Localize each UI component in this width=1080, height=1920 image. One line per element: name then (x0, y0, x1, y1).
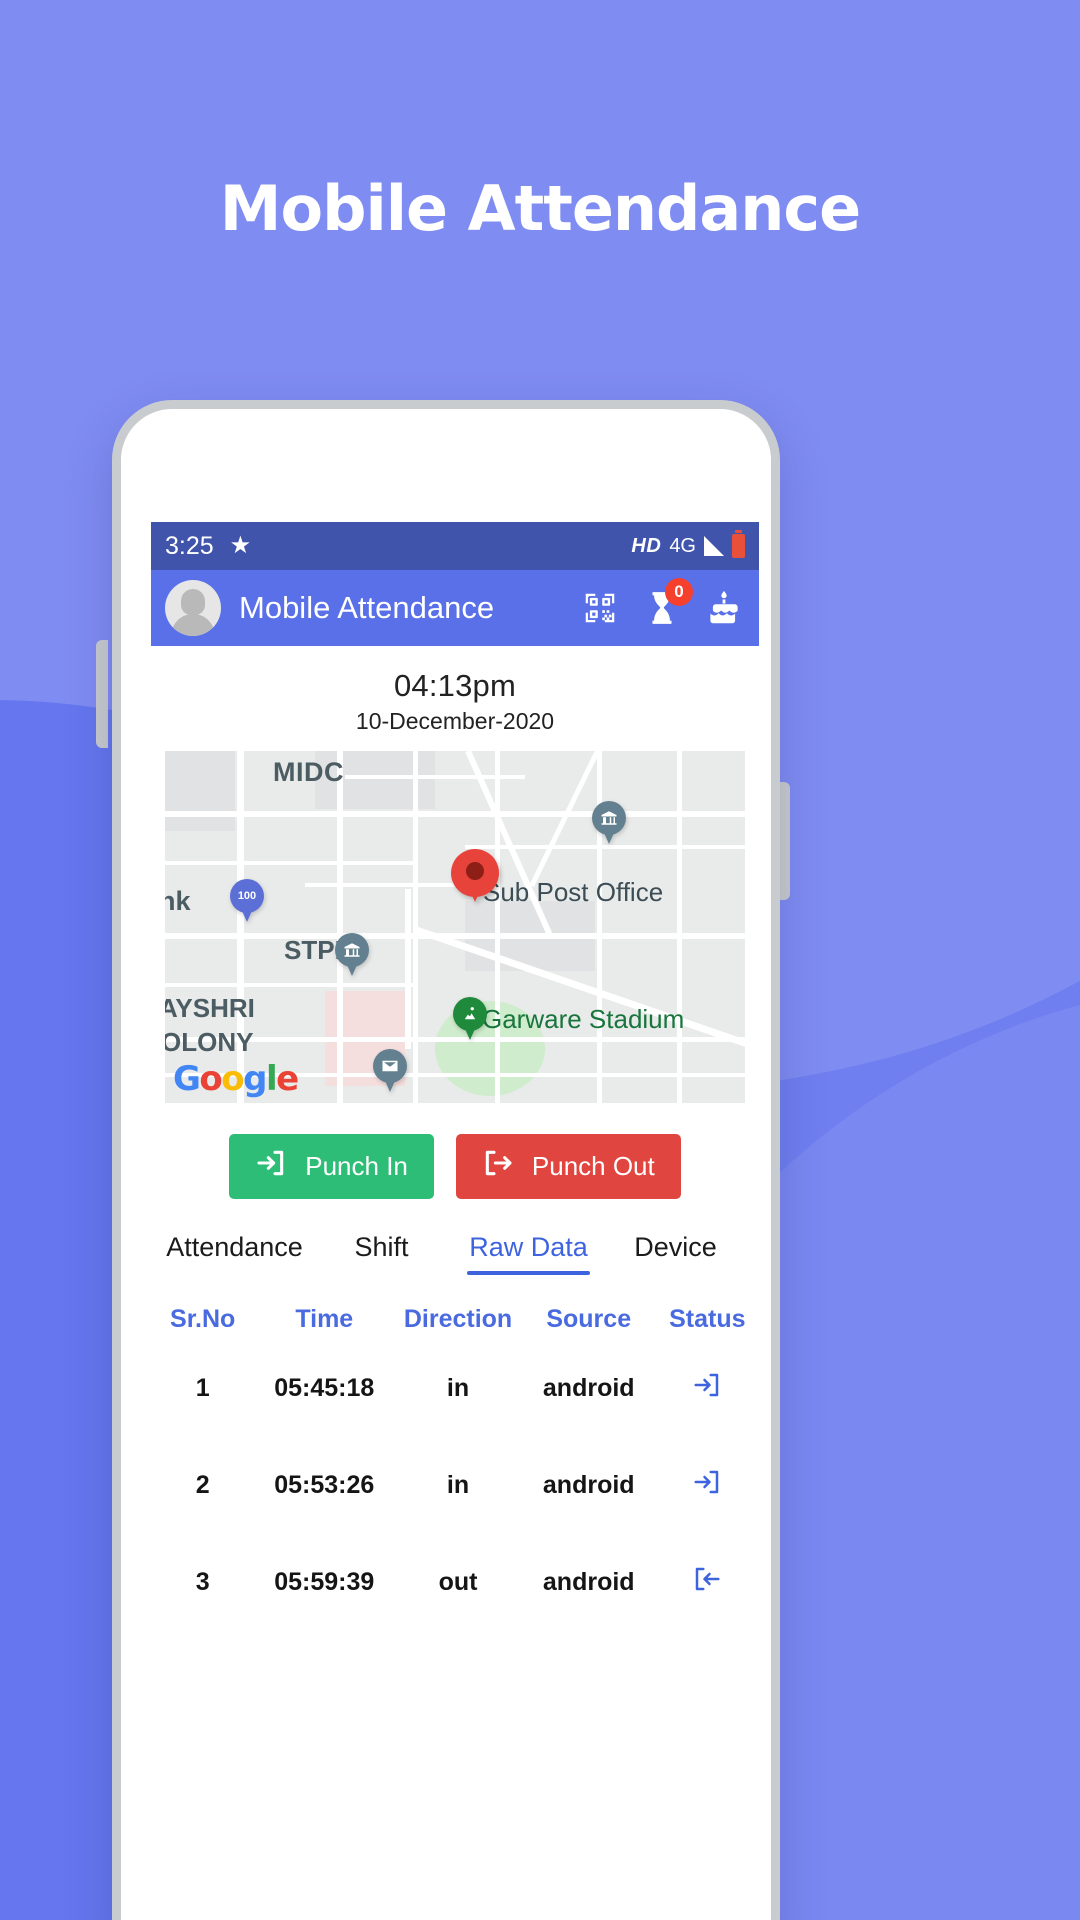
map-pin-stadium-icon[interactable] (453, 997, 487, 1031)
map-pin-bank2-icon[interactable] (592, 801, 626, 835)
punch-out-label: Punch Out (531, 1151, 655, 1181)
tab-attendance[interactable]: Attendance (161, 1232, 308, 1275)
punch-in-button[interactable]: Punch In (229, 1134, 434, 1199)
current-date: 10-December-2020 (355, 708, 555, 734)
login-arrow-icon (656, 1437, 759, 1534)
tab-device[interactable]: Device (602, 1232, 749, 1275)
birthday-cake-icon[interactable] (705, 589, 743, 627)
location-map[interactable]: MIDC STPI nk AYSHRI OLONY Sub Post Offic… (165, 751, 745, 1103)
punch-actions: Punch In Punch Out (151, 1103, 759, 1199)
app-screen: 3:25 ★ HD 4G Mobile Attendance 0 04:13pm… (151, 522, 759, 1920)
table-row[interactable]: 2 05:53:26 in android (151, 1437, 759, 1534)
hd-label: HD (631, 534, 662, 557)
map-label-garware-stadium: Garware Stadium (482, 1004, 685, 1034)
cell-direction: in (446, 1471, 470, 1499)
app-bar: Mobile Attendance 0 (151, 570, 759, 646)
clock-block: 04:13pm 10-December-2020 (151, 646, 759, 751)
cell-source: android (542, 1568, 635, 1596)
avatar[interactable] (165, 580, 221, 636)
cell-source: android (542, 1374, 635, 1402)
table-header-row: Sr.No Time Direction Source Status (151, 1297, 759, 1340)
logout-arrow-icon (656, 1534, 759, 1631)
table-header-time: Time (295, 1305, 354, 1333)
cell-time: 05:53:26 (274, 1471, 375, 1499)
cell-time: 05:45:18 (274, 1374, 375, 1402)
tab-raw-data[interactable]: Raw Data (455, 1232, 602, 1275)
phone-volume-button[interactable] (96, 640, 108, 748)
punch-in-label: Punch In (305, 1151, 408, 1181)
map-pin-icon[interactable] (451, 849, 499, 897)
signal-icon (704, 536, 724, 556)
tab-shift[interactable]: Shift (308, 1232, 455, 1275)
cell-srno: 2 (195, 1471, 210, 1499)
qr-scan-icon[interactable] (581, 589, 619, 627)
page-title: Mobile Attendance (219, 172, 861, 245)
cell-time: 05:59:39 (274, 1568, 375, 1596)
network-label: 4G (669, 534, 696, 557)
phone-bezel: 3:25 ★ HD 4G Mobile Attendance 0 04:13pm… (121, 409, 771, 1920)
cell-srno: 1 (195, 1374, 210, 1402)
punch-out-button[interactable]: Punch Out (455, 1134, 681, 1199)
current-time: 04:13pm (393, 668, 517, 703)
cell-direction: in (446, 1374, 470, 1402)
map-pin-bank-icon[interactable]: 100 (230, 879, 264, 913)
map-label-bank: nk (165, 886, 191, 916)
tab-bar: Attendance Shift Raw Data Device (151, 1199, 759, 1275)
table-header-source: Source (546, 1305, 632, 1333)
table-row[interactable]: 3 05:59:39 out android (151, 1534, 759, 1631)
google-attribution: Google (173, 1059, 299, 1099)
bank-pin-label: 100 (237, 890, 257, 902)
hourglass-icon[interactable]: 0 (643, 578, 693, 627)
map-label-midc: MIDC (273, 757, 344, 787)
cell-srno: 3 (195, 1568, 210, 1596)
map-label-sub-post-office: Sub Post Office (483, 877, 664, 907)
map-label-colony-line1: AYSHRI (165, 993, 255, 1023)
table-row[interactable]: 1 05:45:18 in android (151, 1340, 759, 1437)
logout-arrow-icon (482, 1147, 514, 1186)
status-bar-time: 3:25 (165, 531, 214, 560)
table-header-status: Status (669, 1305, 746, 1333)
cell-direction: out (438, 1568, 478, 1596)
battery-icon (732, 530, 745, 558)
map-pin-mail-icon[interactable] (373, 1049, 407, 1083)
table-header-direction: Direction (403, 1305, 513, 1333)
star-icon: ★ (229, 532, 252, 559)
status-bar: 3:25 ★ HD 4G (151, 522, 759, 570)
login-arrow-icon (255, 1147, 287, 1186)
app-bar-title: Mobile Attendance (239, 590, 495, 625)
cell-source: android (542, 1471, 635, 1499)
raw-data-table: Sr.No Time Direction Source Status 1 05:… (151, 1297, 759, 1631)
hourglass-badge: 0 (665, 578, 693, 606)
login-arrow-icon (656, 1340, 759, 1437)
map-label-colony-line2: OLONY (165, 1027, 254, 1057)
map-pin-stpi-icon[interactable] (335, 933, 369, 967)
phone-mockup: 3:25 ★ HD 4G Mobile Attendance 0 04:13pm… (112, 400, 780, 1920)
map-label-stpi: STPI (284, 935, 342, 965)
table-header-srno: Sr.No (170, 1305, 236, 1333)
